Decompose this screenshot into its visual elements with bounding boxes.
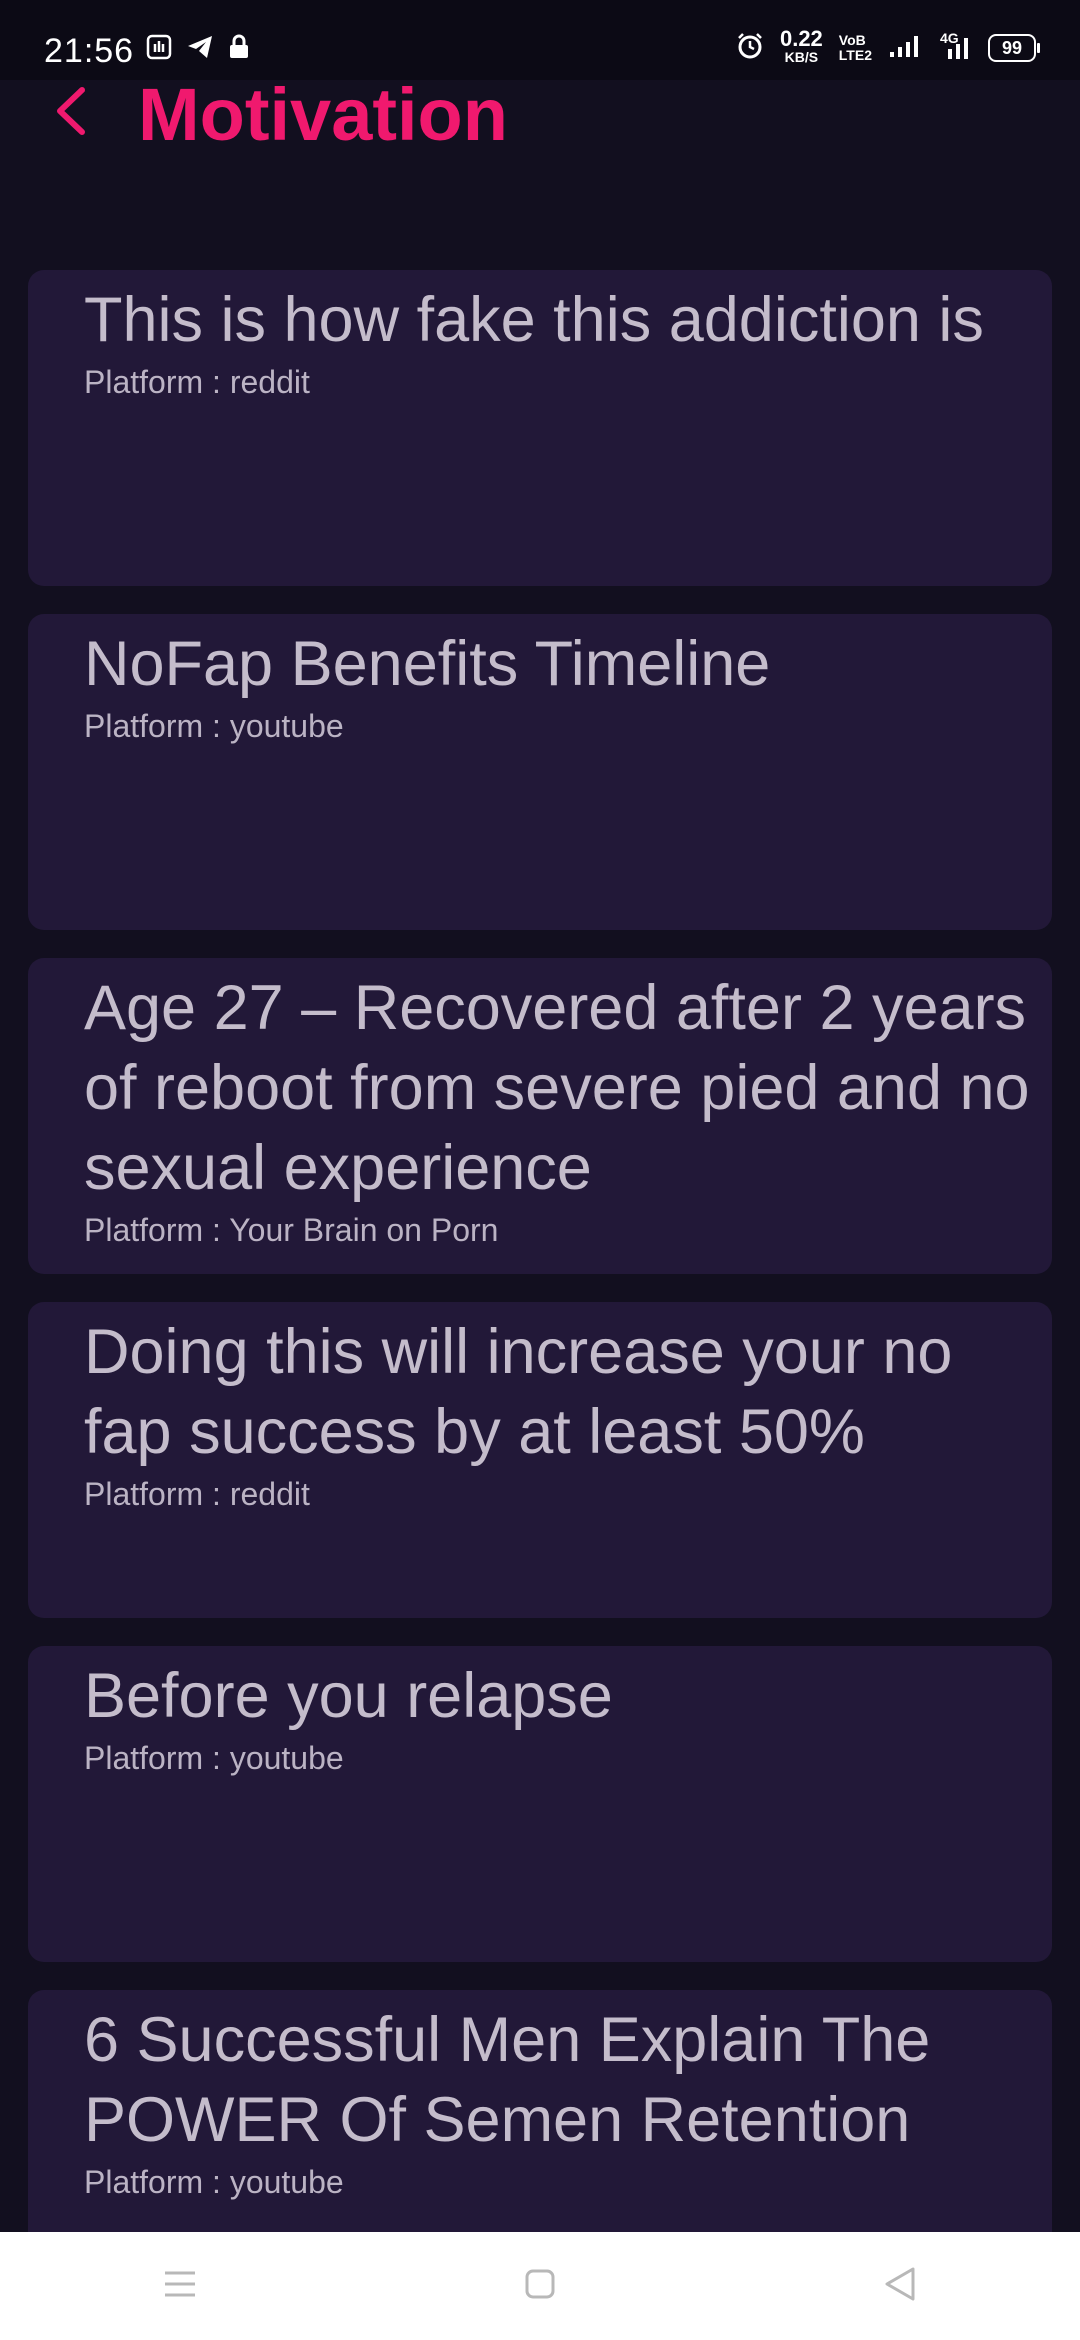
card-title: NoFap Benefits Timeline xyxy=(84,629,771,699)
recent-apps-button[interactable] xyxy=(130,2246,230,2326)
page-title: Motivation xyxy=(138,73,508,156)
status-left-icons xyxy=(146,34,250,65)
list-item[interactable]: This is how fake this addiction is Platf… xyxy=(28,270,1052,586)
net-speed: 0.22 KB/S xyxy=(779,26,823,66)
alarm-icon xyxy=(736,32,764,65)
screen: 21:56 0.22 KB/S VoB LTE2 4G 99 Motivatio… xyxy=(0,0,1080,2340)
card-text: Before you relapse Platform : youtube xyxy=(84,1656,1052,1780)
card-platform: Platform : reddit xyxy=(84,364,310,400)
battery-indicator: 99 xyxy=(988,34,1040,62)
status-right: 0.22 KB/S VoB LTE2 4G 99 xyxy=(736,26,1040,66)
card-platform: Platform : youtube xyxy=(84,708,344,744)
net-speed-unit: KB/S xyxy=(784,49,819,65)
card-platform: Platform : reddit xyxy=(84,1476,310,1512)
list-item[interactable]: NoFap Benefits Timeline Platform : youtu… xyxy=(28,614,1052,930)
card-text: NoFap Benefits Timeline Platform : youtu… xyxy=(84,624,1052,748)
network-type: 4G xyxy=(940,30,959,46)
system-nav-bar xyxy=(0,2232,1080,2340)
back-nav-button[interactable] xyxy=(850,2246,950,2326)
back-button[interactable] xyxy=(40,78,100,148)
menu-icon xyxy=(162,2269,198,2304)
signal-4g-icon: 4G xyxy=(938,30,972,60)
net-speed-value: 0.22 xyxy=(779,26,823,51)
telegram-icon xyxy=(186,34,214,65)
card-title: Age 27 – Recovered after 2 years of rebo… xyxy=(84,973,1030,1203)
list-item[interactable]: Before you relapse Platform : youtube xyxy=(28,1646,1052,1962)
home-button[interactable] xyxy=(490,2246,590,2326)
home-square-icon xyxy=(524,2268,556,2305)
card-text: This is how fake this addiction is Platf… xyxy=(84,280,1052,404)
volte-indicator: VoB LTE2 xyxy=(839,33,872,63)
lock-icon xyxy=(228,34,250,65)
status-bar: 21:56 0.22 KB/S VoB LTE2 4G 99 xyxy=(0,0,1080,80)
card-title: 6 Successful Men Explain The POWER Of Se… xyxy=(84,2005,931,2155)
list-item[interactable]: Age 27 – Recovered after 2 years of rebo… xyxy=(28,958,1052,1274)
card-text: 6 Successful Men Explain The POWER Of Se… xyxy=(84,2000,1052,2204)
volte-bottom: LTE2 xyxy=(838,47,872,63)
card-platform: Platform : youtube xyxy=(84,2164,344,2200)
card-platform: Platform : Your Brain on Porn xyxy=(84,1212,499,1248)
back-triangle-icon xyxy=(883,2266,917,2307)
card-text: Doing this will increase your no fap suc… xyxy=(84,1312,1052,1516)
list-item[interactable]: Doing this will increase your no fap suc… xyxy=(28,1302,1052,1618)
signal-icon xyxy=(888,34,922,63)
volte-top: VoB xyxy=(838,32,866,48)
card-title: Before you relapse xyxy=(84,1661,613,1731)
chevron-left-icon xyxy=(52,84,88,143)
gesture-icon xyxy=(146,34,172,65)
status-time: 21:56 xyxy=(44,32,135,70)
card-platform: Platform : youtube xyxy=(84,1740,344,1776)
card-title: Doing this will increase your no fap suc… xyxy=(84,1317,953,1467)
card-title: This is how fake this addiction is xyxy=(84,285,984,355)
header: Motivation xyxy=(0,70,1080,190)
card-text: Age 27 – Recovered after 2 years of rebo… xyxy=(84,968,1052,1252)
